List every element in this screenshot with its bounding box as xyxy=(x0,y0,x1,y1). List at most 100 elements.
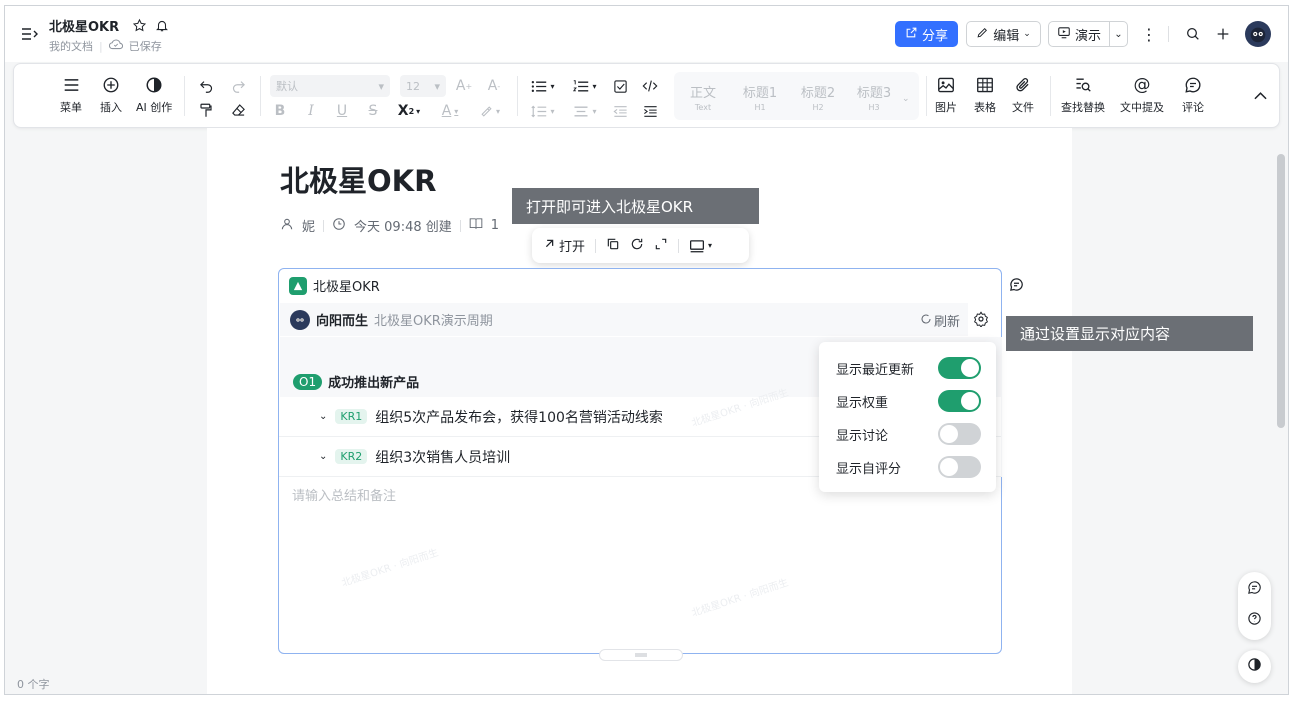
collapse-toolbar-icon[interactable] xyxy=(1250,86,1270,106)
font-family-select[interactable]: 默认 ▾ xyxy=(270,75,390,97)
present-dropdown-icon[interactable]: ⌄ xyxy=(1109,22,1127,46)
outdent-icon[interactable] xyxy=(610,101,630,121)
redo-icon[interactable] xyxy=(228,76,248,96)
user-avatar[interactable] xyxy=(1245,21,1271,47)
toggle-switch[interactable] xyxy=(938,357,981,379)
comment-button[interactable]: 评论 xyxy=(1182,76,1204,115)
search-icon[interactable] xyxy=(1183,24,1203,44)
indent-icon[interactable] xyxy=(640,101,660,121)
style-text[interactable]: 正文 Text xyxy=(682,82,724,112)
objective-badge: O1 xyxy=(293,373,323,390)
chevron-down-icon: ⌄ xyxy=(1023,29,1031,39)
card-header: 北极星OKR xyxy=(279,269,1001,302)
scrollbar[interactable] xyxy=(1277,154,1285,428)
bullet-list-icon[interactable]: ▾ xyxy=(528,76,558,96)
more-icon[interactable]: ⋮ xyxy=(1139,24,1159,44)
doc-location: 我的文档 | 已保存 xyxy=(49,38,162,54)
refresh-icon[interactable] xyxy=(630,237,644,255)
eraser-icon[interactable] xyxy=(228,100,248,120)
formatting-toolbar: 菜单 插入 AI 创作 默认 ▾ 12 ▾ A + A- B I U S X 2 ▾ A ▾… xyxy=(13,63,1280,128)
chevron-down-icon[interactable]: ⌄ xyxy=(319,411,327,422)
add-comment-icon[interactable] xyxy=(1007,275,1025,293)
feedback-icon[interactable] xyxy=(1247,580,1262,599)
summary-note-placeholder[interactable]: 请输入总结和备注 xyxy=(292,485,396,504)
sidebar-toggle-icon[interactable] xyxy=(19,24,41,44)
edit-button[interactable]: 编辑 ⌄ xyxy=(966,21,1041,47)
style-h3[interactable]: 标题3 H3 xyxy=(850,82,898,112)
clock-icon xyxy=(332,217,346,235)
toggle-switch[interactable] xyxy=(938,456,981,478)
arrow-up-right-icon xyxy=(544,238,555,253)
image-button[interactable]: 图片 xyxy=(935,76,957,115)
bold-icon[interactable]: B xyxy=(270,101,290,121)
okr-period[interactable]: 北极星OKR演示周期 xyxy=(374,310,493,329)
format-painter-icon[interactable] xyxy=(196,100,216,120)
embed-floating-toolbar: 打开 ▾ xyxy=(532,228,749,263)
bell-icon[interactable] xyxy=(154,17,170,33)
undo-icon[interactable] xyxy=(196,76,216,96)
highlight-icon[interactable]: ▾ xyxy=(475,101,505,121)
font-size-decrease-icon[interactable]: A- xyxy=(484,76,504,96)
line-height-icon[interactable]: ▾ xyxy=(528,101,558,121)
superscript-icon[interactable]: X 2 ▾ xyxy=(394,101,424,121)
mention-button[interactable]: @ 文中提及 xyxy=(1120,75,1164,115)
font-size-increase-icon[interactable]: A + xyxy=(454,76,474,96)
settings-gear-icon[interactable] xyxy=(971,309,991,329)
italic-icon[interactable]: I xyxy=(301,101,321,121)
checklist-icon[interactable] xyxy=(610,76,630,96)
file-button[interactable]: 文件 xyxy=(1012,76,1034,115)
help-icon[interactable] xyxy=(1247,611,1262,630)
fullscreen-icon[interactable] xyxy=(654,237,668,255)
strikethrough-icon[interactable]: S xyxy=(363,101,383,121)
save-status: 已保存 xyxy=(128,40,162,53)
view-count: 1 xyxy=(490,218,500,233)
display-mode-icon[interactable]: ▾ xyxy=(689,239,712,253)
align-icon[interactable]: ▾ xyxy=(570,101,600,121)
style-h1[interactable]: 标题1 H1 xyxy=(736,82,784,112)
ai-assistant-button[interactable] xyxy=(1238,650,1271,683)
share-button[interactable]: 分享 xyxy=(895,21,958,47)
pencil-icon xyxy=(976,26,989,43)
styles-expand-icon[interactable]: ⌄ xyxy=(902,94,910,104)
ai-icon xyxy=(145,76,163,94)
objective-title: 成功推出新产品 xyxy=(328,376,420,391)
settings-hint-tooltip: 通过设置显示对应内容 xyxy=(1006,316,1253,351)
font-size-select[interactable]: 12 ▾ xyxy=(400,75,446,97)
chevron-down-icon: ▾ xyxy=(378,79,384,93)
okr-user-name[interactable]: 向阳而生 xyxy=(316,310,368,329)
refresh-button[interactable]: 刷新 xyxy=(920,311,960,330)
code-icon[interactable] xyxy=(640,76,660,96)
avatar xyxy=(290,309,310,330)
table-button[interactable]: 表格 xyxy=(974,76,996,115)
star-icon[interactable] xyxy=(131,17,147,33)
numbered-list-icon[interactable]: ▾ xyxy=(570,76,600,96)
plus-icon[interactable] xyxy=(1213,24,1233,44)
location-link[interactable]: 我的文档 xyxy=(49,38,93,54)
author[interactable]: 妮 xyxy=(302,216,315,235)
find-replace-button[interactable]: 查找替换 xyxy=(1061,76,1105,115)
watermark: 北极星OKR · 向阳而生 xyxy=(690,577,790,620)
table-icon xyxy=(976,76,994,94)
find-replace-icon xyxy=(1074,76,1092,94)
insert-button[interactable]: 插入 xyxy=(100,76,122,115)
menu-button[interactable]: 菜单 xyxy=(60,76,82,115)
paperclip-icon xyxy=(1015,76,1031,94)
ai-icon xyxy=(1247,657,1262,676)
chevron-down-icon[interactable]: ⌄ xyxy=(319,451,327,462)
share-icon xyxy=(905,26,918,43)
toggle-switch[interactable] xyxy=(938,423,981,445)
style-h2[interactable]: 标题2 H2 xyxy=(794,82,842,112)
toggle-switch[interactable] xyxy=(938,390,981,412)
underline-icon[interactable]: U xyxy=(332,101,352,121)
page-title[interactable]: 北极星OKR xyxy=(280,158,436,200)
font-color-icon[interactable]: A ▾ xyxy=(435,101,465,121)
objective-row[interactable]: O1 成功推出新产品 xyxy=(293,372,419,391)
doc-meta: 妮 今天 09:48 创建 1 xyxy=(280,216,499,235)
copy-icon[interactable] xyxy=(606,237,620,255)
open-button[interactable]: 打开 xyxy=(544,236,585,255)
present-button[interactable]: 演示 ⌄ xyxy=(1048,21,1128,47)
ai-button[interactable]: AI 创作 xyxy=(136,76,172,115)
menu-icon xyxy=(63,76,80,94)
resize-handle[interactable] xyxy=(599,649,683,661)
image-icon xyxy=(937,76,955,94)
